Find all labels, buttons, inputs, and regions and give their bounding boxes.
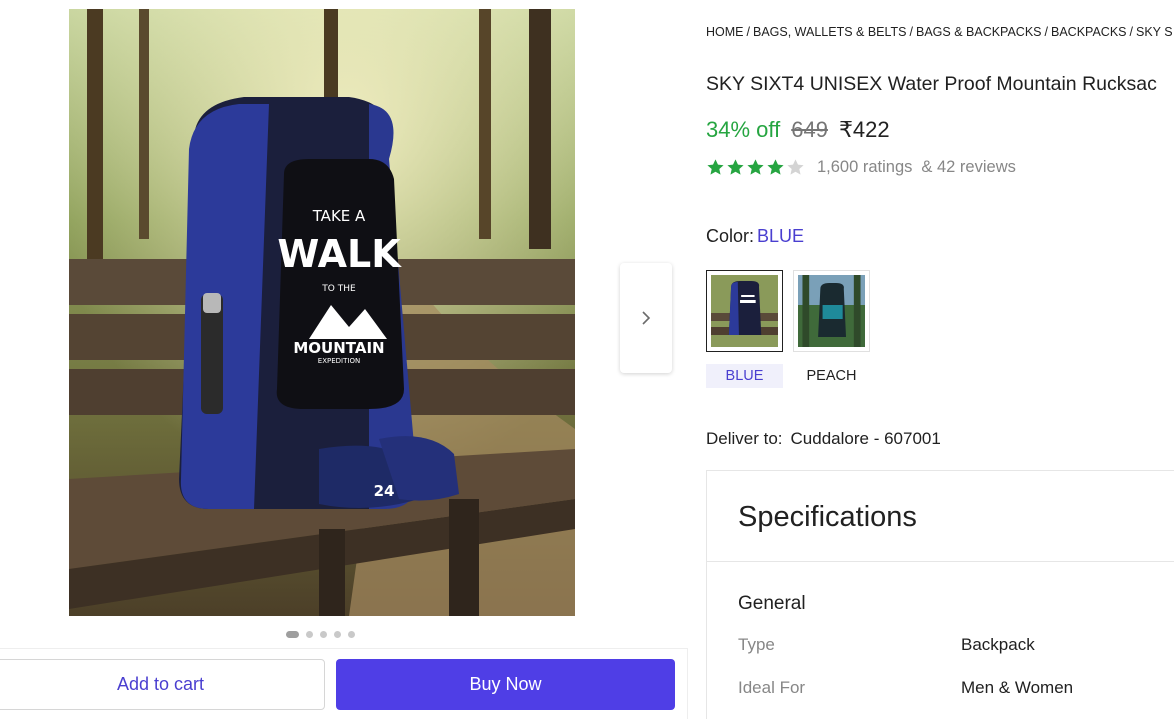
breadcrumb-separator: / bbox=[909, 25, 913, 39]
star-icon bbox=[767, 159, 784, 175]
ratings-count: 1,600 ratings bbox=[817, 158, 913, 176]
bag-text-line1: TAKE A bbox=[312, 207, 366, 225]
original-price: 649 bbox=[791, 117, 828, 142]
selling-price: ₹422 bbox=[838, 117, 890, 142]
actions-divider bbox=[0, 648, 688, 649]
carousel-dot[interactable] bbox=[348, 631, 355, 638]
selected-color-value: BLUE bbox=[757, 226, 805, 246]
discount-percent: 34% off bbox=[706, 117, 781, 142]
backpack-photo: TAKE A WALK TO THE MOUNTAIN EXPEDITION 2… bbox=[69, 9, 575, 616]
breadcrumb-separator: / bbox=[746, 25, 750, 39]
star-icon bbox=[747, 159, 764, 175]
next-image-button[interactable] bbox=[620, 263, 672, 373]
delivery-location[interactable]: Deliver to: Cuddalore - 607001 bbox=[706, 429, 941, 449]
spec-section-general: General bbox=[738, 593, 806, 614]
breadcrumb-backpacks[interactable]: BACKPACKS bbox=[1051, 25, 1127, 39]
reviews-count: & 42 reviews bbox=[921, 158, 1016, 176]
product-title: SKY SIXT4 UNISEX Water Proof Mountain Ru… bbox=[706, 73, 1157, 95]
spec-value: Backpack bbox=[961, 635, 1035, 654]
color-swatch-peach[interactable] bbox=[793, 270, 870, 352]
carousel-dot[interactable] bbox=[320, 631, 327, 638]
bag-text-line5: EXPEDITION bbox=[318, 357, 360, 365]
breadcrumb-separator: / bbox=[1129, 25, 1133, 39]
swatch-blue-thumbnail bbox=[711, 275, 778, 347]
breadcrumb-current: SKY S bbox=[1135, 25, 1173, 39]
star-icon bbox=[787, 159, 804, 175]
product-details: HOME / BAGS, WALLETS & BELTS / BAGS & BACKPA… bbox=[706, 0, 1174, 719]
breadcrumb-bags-wallets-belts[interactable]: BAGS, WALLETS & BELTS bbox=[753, 25, 907, 39]
carousel-dot[interactable] bbox=[306, 631, 313, 638]
buy-now-button[interactable]: Buy Now bbox=[336, 659, 675, 710]
deliver-to-label: Deliver to: bbox=[706, 429, 783, 448]
spec-value: Men & Women bbox=[961, 678, 1074, 697]
star-icon bbox=[707, 159, 724, 175]
color-option-peach-label[interactable]: PEACH bbox=[793, 364, 870, 388]
carousel-dot[interactable] bbox=[334, 631, 341, 638]
price-row: 34% off 649 ₹422 bbox=[706, 117, 890, 143]
breadcrumb: HOME / BAGS, WALLETS & BELTS / BAGS & BACKPA… bbox=[706, 25, 1173, 39]
rating-row[interactable]: 1,600 ratings & 42 reviews bbox=[706, 158, 1016, 177]
carousel-dot[interactable] bbox=[286, 631, 299, 638]
add-to-cart-button[interactable]: Add to cart bbox=[0, 659, 325, 710]
spec-key: Type bbox=[738, 635, 775, 654]
specifications-header: Specifications bbox=[707, 471, 1174, 562]
image-carousel-dots bbox=[286, 631, 355, 638]
star-icon bbox=[727, 159, 744, 175]
bag-text-line4: MOUNTAIN bbox=[293, 339, 384, 357]
bag-text-line2: WALK bbox=[277, 232, 402, 276]
delivery-address: Cuddalore - 607001 bbox=[790, 429, 941, 448]
color-label-text: Color: bbox=[706, 226, 755, 246]
breadcrumb-home[interactable]: HOME bbox=[706, 25, 744, 39]
product-main-image[interactable]: TAKE A WALK TO THE MOUNTAIN EXPEDITION 2… bbox=[69, 9, 575, 616]
column-divider bbox=[687, 648, 688, 719]
chevron-right-icon bbox=[642, 311, 651, 325]
swatch-peach-thumbnail bbox=[798, 275, 865, 347]
specifications-title: Specifications bbox=[738, 501, 917, 533]
color-swatch-blue[interactable] bbox=[706, 270, 783, 352]
shoe-text: 24 bbox=[374, 482, 395, 500]
color-option-blue-label[interactable]: BLUE bbox=[706, 364, 783, 388]
color-selector-label: Color: BLUE bbox=[706, 226, 804, 247]
product-gallery: TAKE A WALK TO THE MOUNTAIN EXPEDITION 2… bbox=[0, 0, 688, 719]
breadcrumb-separator: / bbox=[1044, 25, 1048, 39]
bag-text-line3: TO THE bbox=[321, 284, 356, 294]
star-rating bbox=[706, 158, 805, 177]
specifications-panel: Specifications General Type Backpack Ide… bbox=[706, 470, 1174, 719]
breadcrumb-bags-backpacks[interactable]: BAGS & BACKPACKS bbox=[916, 25, 1042, 39]
spec-key: Ideal For bbox=[738, 678, 806, 697]
